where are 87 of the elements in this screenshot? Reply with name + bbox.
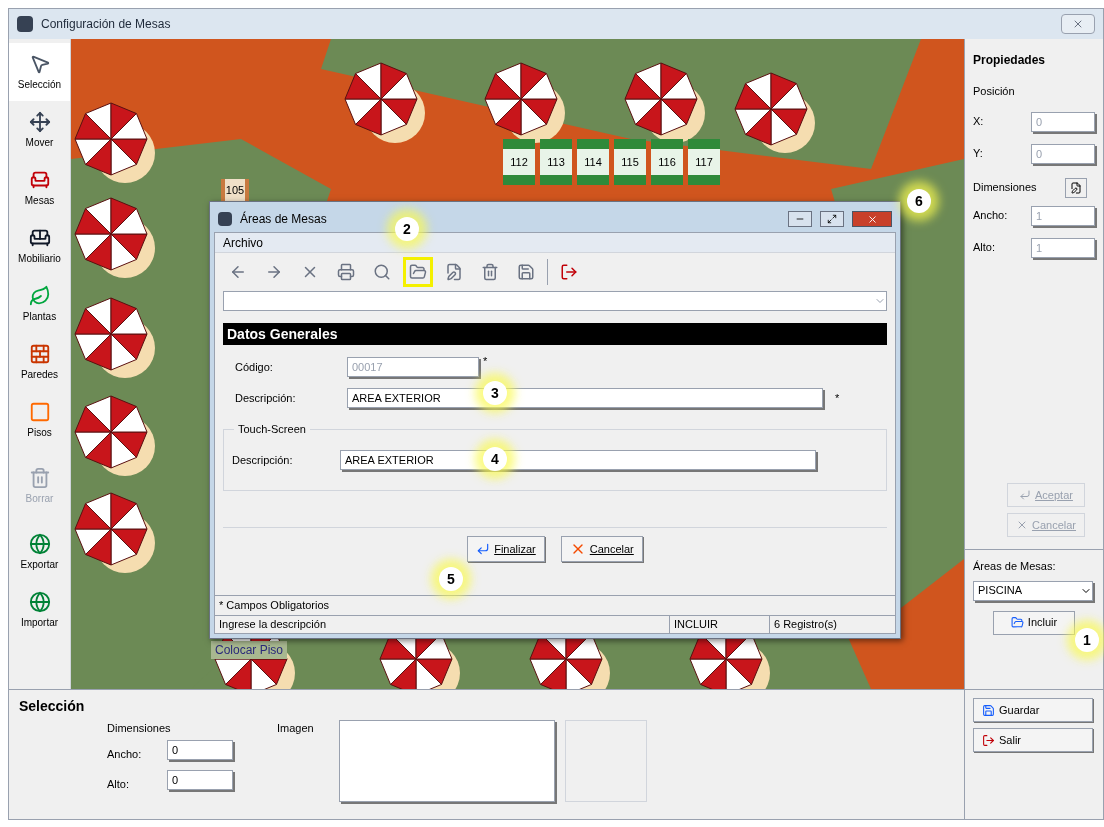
section-label: Imagen <box>277 721 314 736</box>
height-field[interactable]: 0 <box>167 770 233 790</box>
save-icon <box>982 703 995 717</box>
table-marker[interactable]: 114 <box>577 139 609 185</box>
step-marker: 5 <box>439 567 463 591</box>
include-button[interactable]: Incluir <box>993 610 1075 635</box>
close-icon <box>866 213 878 225</box>
status-bar-cell-text: Ingrese la descripción <box>218 617 327 632</box>
field-label: Ancho: <box>107 747 142 762</box>
window-title: Configuración de Mesas <box>41 16 171 33</box>
tool-button[interactable]: Selección <box>9 43 70 101</box>
tool-button[interactable]: Mobiliario <box>9 217 70 275</box>
table-marker[interactable]: 115 <box>614 139 646 185</box>
enter-icon <box>1019 489 1032 501</box>
step-marker: 1 <box>1075 628 1099 652</box>
field-label: X: <box>973 114 985 130</box>
section-label: Dimensiones <box>107 721 171 736</box>
forward-icon <box>265 263 283 281</box>
edit-button[interactable] <box>1065 177 1087 198</box>
field-label: Áreas de Mesas: <box>973 559 1057 574</box>
close-icon <box>1072 18 1084 30</box>
table-marker[interactable]: 105 <box>221 179 249 201</box>
table-marker[interactable]: 113 <box>540 139 572 185</box>
section-label: Dimensiones <box>973 180 1037 196</box>
record-selector[interactable] <box>223 291 887 311</box>
table-marker[interactable]: 117 <box>688 139 720 185</box>
field-label: Descripción: <box>231 452 294 468</box>
enter-icon <box>476 542 491 556</box>
tool-button[interactable]: Mesas <box>9 159 70 217</box>
cross-icon <box>1016 519 1028 531</box>
search-icon <box>373 263 391 281</box>
tool-button[interactable]: Importar <box>9 581 70 639</box>
panel-title: Selección <box>19 697 85 716</box>
edit-icon <box>445 263 463 281</box>
field-label: Descripción: <box>234 390 297 406</box>
exit-icon <box>982 733 995 747</box>
trash-icon <box>481 263 499 281</box>
app-icon <box>218 212 232 226</box>
tool-button[interactable]: Pisos <box>9 391 70 449</box>
area-dropdown[interactable]: PISCINA <box>973 580 1093 601</box>
plant-icon <box>28 284 51 307</box>
table-marker[interactable]: 116 <box>651 139 683 185</box>
required-mark: * <box>483 354 488 369</box>
edit-icon <box>1070 181 1082 194</box>
save-icon <box>517 263 535 281</box>
width-field[interactable]: 0 <box>167 740 233 760</box>
app-icon <box>17 16 33 32</box>
maximize-button[interactable] <box>820 211 844 227</box>
floor-label: Colocar Piso <box>211 641 288 659</box>
exit-icon <box>560 263 578 281</box>
menu-item[interactable]: Archivo <box>219 233 267 252</box>
table-marker[interactable]: 112 <box>503 139 535 185</box>
cancel-button[interactable]: Cancelar <box>560 536 643 562</box>
trash-icon <box>28 466 51 489</box>
status-bar-cell: 6 Registro(s) <box>769 616 895 633</box>
tool-button[interactable]: Plantas <box>9 275 70 333</box>
section-header: Datos Generales <box>223 323 887 345</box>
back-icon <box>229 263 247 281</box>
field-label: Y: <box>973 146 984 162</box>
print-icon <box>337 263 355 281</box>
panel-title: Propiedades <box>973 52 1047 69</box>
status-bar-cell: INCLUIR <box>669 616 769 633</box>
maximize-icon <box>827 214 837 224</box>
tool-button[interactable]: Mover <box>9 101 70 159</box>
footnote: * Campos Obligatorios <box>219 598 330 614</box>
section-label: Posición <box>973 84 1016 99</box>
finish-button[interactable]: Finalizar <box>467 536 545 562</box>
dialog-title: Áreas de Mesas <box>240 210 327 228</box>
save-button[interactable]: Guardar <box>973 698 1093 722</box>
field-label: Código: <box>234 359 274 375</box>
new-tool-button[interactable] <box>403 257 433 287</box>
close-button[interactable] <box>1061 14 1095 34</box>
folder-icon <box>1010 616 1024 629</box>
tool-button[interactable]: Paredes <box>9 333 70 391</box>
field-label: Ancho: <box>973 208 1009 224</box>
move-icon <box>28 110 51 133</box>
minimize-button[interactable] <box>788 211 812 227</box>
exit-button[interactable]: Salir <box>973 728 1093 752</box>
wall-icon <box>28 342 51 365</box>
step-marker: 2 <box>395 217 419 241</box>
step-marker: 4 <box>483 447 507 471</box>
dropdown-value: PISCINA <box>978 583 1022 599</box>
step-marker: 3 <box>483 381 507 405</box>
field-label: Alto: <box>973 240 996 256</box>
tool-button[interactable]: Exportar <box>9 523 70 581</box>
field-label: Alto: <box>107 777 129 792</box>
required-mark: * <box>835 390 840 406</box>
